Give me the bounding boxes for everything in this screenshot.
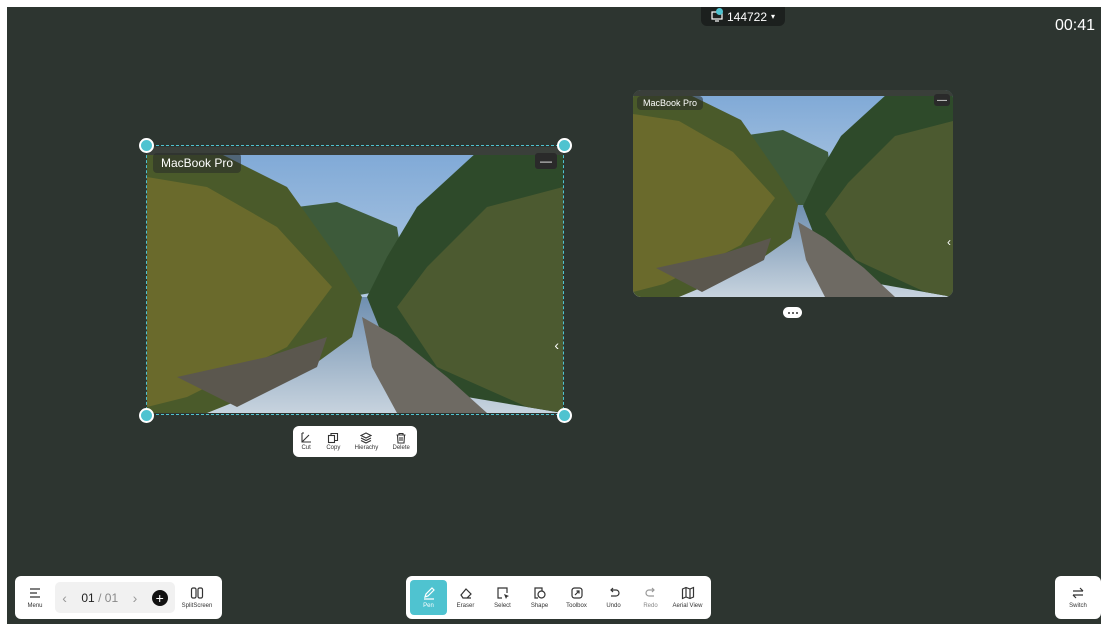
copy-button[interactable]: Copy <box>326 432 340 451</box>
more-options-button[interactable] <box>783 307 802 318</box>
copy-icon <box>328 432 339 444</box>
resize-handle-bottom-left[interactable] <box>139 408 154 423</box>
menu-icon <box>30 588 40 598</box>
prev-page-button[interactable]: ‹ <box>62 590 67 606</box>
pen-icon <box>423 587 435 600</box>
drawing-toolbar: Pen Eraser Select Shape Toolbox Undo Red… <box>406 576 711 619</box>
undo-icon <box>609 587 620 597</box>
more-dot <box>795 311 798 314</box>
menu-button[interactable]: Menu <box>15 586 55 609</box>
toolbox-icon <box>570 587 583 599</box>
page-indicator: 01 / 01 <box>81 591 118 605</box>
switch-button[interactable]: Switch <box>1055 586 1101 609</box>
resize-handle-bottom-right[interactable] <box>557 408 572 423</box>
switch-bar: Switch <box>1055 576 1101 619</box>
page-navigation-bar: Menu ‹ 01 / 01 › + SplitScreen <box>15 576 222 619</box>
cast-code: 144722 <box>726 9 768 24</box>
select-tool-button[interactable]: Select <box>484 586 521 609</box>
page-separator: / <box>98 590 102 605</box>
eraser-label: Eraser <box>456 603 475 609</box>
split-screen-button[interactable]: SplitScreen <box>175 586 219 609</box>
redo-button[interactable]: Redo <box>632 586 669 609</box>
redo-label: Redo <box>643 603 658 609</box>
selection-outline <box>146 145 564 415</box>
pen-tool-button[interactable]: Pen <box>410 580 447 615</box>
eraser-icon <box>459 588 472 599</box>
hierarchy-label: Hierachy <box>354 445 379 451</box>
cut-icon <box>301 432 312 443</box>
pen-label: Pen <box>423 603 434 609</box>
selection-context-menu: Cut Copy Hierachy Delete <box>293 426 417 457</box>
aerial-view-button[interactable]: Aerial View <box>669 586 706 609</box>
switch-icon <box>1072 587 1084 599</box>
delete-button[interactable]: Delete <box>393 432 410 451</box>
cast-indicator[interactable]: 144722 ▾ <box>701 7 785 26</box>
cast-dropdown-arrow: ▾ <box>771 12 776 21</box>
toolbox-label: Toolbox <box>566 603 587 609</box>
switch-label: Switch <box>1069 603 1087 609</box>
more-dot <box>787 311 790 314</box>
session-timer: 00:41 <box>1054 17 1095 34</box>
add-page-button[interactable]: + <box>151 589 168 606</box>
map-icon <box>681 586 694 600</box>
split-screen-icon <box>190 587 204 599</box>
undo-button[interactable]: Undo <box>595 586 632 609</box>
cut-button[interactable]: Cut <box>300 432 312 451</box>
shared-screen-window-secondary[interactable]: MacBook Pro — ‹ <box>633 90 953 297</box>
total-pages: 01 <box>104 590 119 605</box>
more-dot <box>791 311 794 314</box>
redo-icon <box>644 587 655 597</box>
side-panel-toggle[interactable]: ‹ <box>947 235 951 249</box>
shape-label: Shape <box>530 603 549 609</box>
next-page-button[interactable]: › <box>133 590 138 606</box>
wallpaper-landscape <box>633 90 953 297</box>
cast-status-dot <box>716 8 723 15</box>
shape-tool-button[interactable]: Shape <box>521 586 558 609</box>
whiteboard-canvas[interactable]: 144722 ▾ 00:41 MacBook Pro — ‹ Cut Copy … <box>7 7 1101 624</box>
eraser-tool-button[interactable]: Eraser <box>447 586 484 609</box>
split-screen-label: SplitScreen <box>181 603 213 609</box>
select-label: Select <box>494 603 511 609</box>
trash-icon <box>396 432 406 444</box>
page-navigator: ‹ 01 / 01 › + <box>55 582 175 613</box>
layers-icon <box>360 432 373 444</box>
select-icon <box>496 587 509 599</box>
aerial-view-label: Aerial View <box>672 603 703 609</box>
toolbox-button[interactable]: Toolbox <box>558 586 595 609</box>
resize-handle-top-right[interactable] <box>557 138 572 153</box>
window-title-label: MacBook Pro <box>637 96 704 110</box>
hierarchy-button[interactable]: Hierachy <box>354 432 379 451</box>
undo-label: Undo <box>606 603 621 609</box>
cut-label: Cut <box>301 445 311 451</box>
menu-label: Menu <box>27 603 43 609</box>
resize-handle-top-left[interactable] <box>139 138 154 153</box>
delete-label: Delete <box>392 445 410 451</box>
shape-icon <box>533 587 546 599</box>
minimize-button[interactable]: — <box>934 94 950 106</box>
current-page: 01 <box>81 590 95 605</box>
copy-label: Copy <box>326 445 341 451</box>
